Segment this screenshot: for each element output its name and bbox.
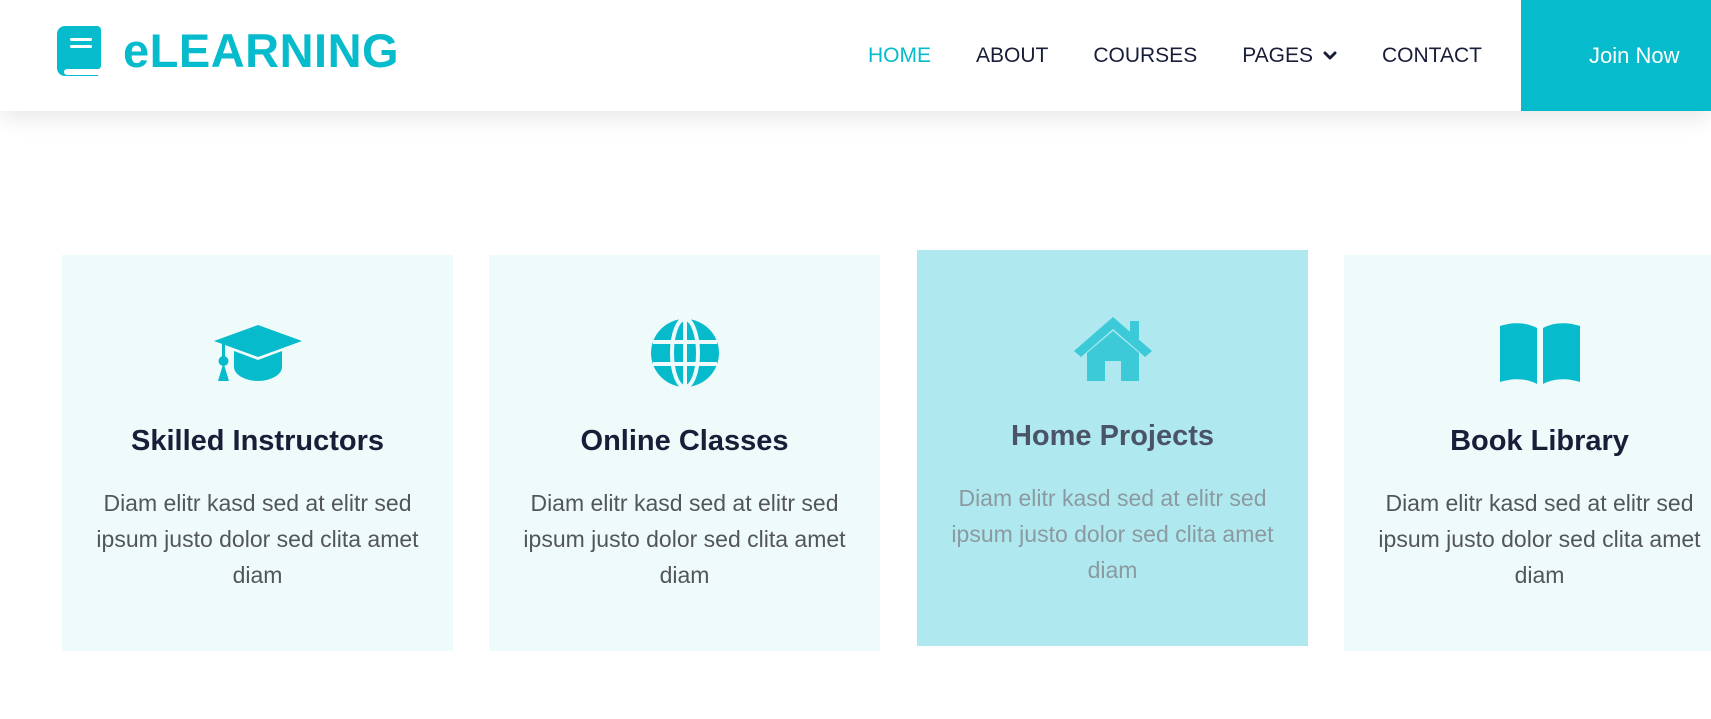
service-description: Diam elitr kasd sed at elitr sed ipsum j… xyxy=(951,485,1274,583)
nav-item-pages[interactable]: PAGES xyxy=(1242,44,1337,68)
service-card-home-projects[interactable]: Home Projects Diam elitr kasd sed at eli… xyxy=(917,250,1308,646)
service-description: Diam elitr kasd sed at elitr sed ipsum j… xyxy=(1378,490,1701,588)
graduation-cap-icon xyxy=(210,317,306,389)
join-now-button[interactable]: Join Now xyxy=(1521,0,1711,111)
service-title: Home Projects xyxy=(1010,420,1215,452)
nav-item-about[interactable]: ABOUT xyxy=(976,44,1048,68)
service-title: Book Library xyxy=(1450,425,1629,457)
chevron-down-icon xyxy=(1323,51,1337,59)
service-description: Diam elitr kasd sed at elitr sed ipsum j… xyxy=(523,490,846,588)
globe-icon xyxy=(637,317,733,389)
service-title: Online Classes xyxy=(580,425,789,457)
brand-name: eLEARNING xyxy=(123,24,400,77)
nav-item-contact[interactable]: CONTACT xyxy=(1382,44,1482,68)
nav-menu: HOME ABOUT COURSES PAGES CONTACT xyxy=(868,0,1482,111)
nav-item-home[interactable]: HOME xyxy=(868,44,931,68)
service-title: Skilled Instructors xyxy=(130,425,384,457)
home-icon xyxy=(1065,312,1161,384)
service-card-book-library[interactable]: Book Library Diam elitr kasd sed at elit… xyxy=(1344,255,1711,651)
book-icon xyxy=(57,26,101,76)
nav-item-pages-label: PAGES xyxy=(1242,43,1314,67)
service-card-skilled-instructors[interactable]: Skilled Instructors Diam elitr kasd sed … xyxy=(62,255,453,651)
navbar: eLEARNING HOME ABOUT COURSES PAGES CONTA… xyxy=(0,0,1711,111)
brand-logo[interactable]: eLEARNING xyxy=(57,26,399,76)
service-description: Diam elitr kasd sed at elitr sed ipsum j… xyxy=(96,490,419,588)
nav-item-courses[interactable]: COURSES xyxy=(1093,44,1197,68)
service-card-online-classes[interactable]: Online Classes Diam elitr kasd sed at el… xyxy=(489,255,880,651)
book-open-icon xyxy=(1492,317,1588,389)
